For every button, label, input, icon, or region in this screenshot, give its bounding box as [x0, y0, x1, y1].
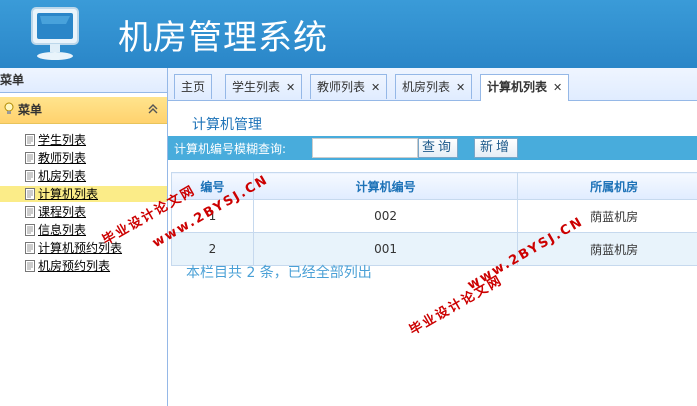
- tab-label: 学生列表: [232, 80, 281, 94]
- tab-label: 计算机列表: [487, 80, 548, 94]
- table-row[interactable]: 1 002 荫蓝机房: [171, 199, 697, 233]
- tab-label: 教师列表: [317, 80, 366, 94]
- table-row[interactable]: 2 001 荫蓝机房: [171, 232, 697, 266]
- sidebar-item-label[interactable]: 机房列表: [38, 169, 86, 183]
- document-icon: [25, 152, 35, 164]
- sidebar-item-label[interactable]: 教师列表: [38, 151, 86, 165]
- sidebar-item-label[interactable]: 课程列表: [38, 205, 86, 219]
- sidebar-menu: 学生列表 教师列表 机房列表 计算机列表 课程列表 信息列表 计算机预约列表 机…: [0, 124, 167, 274]
- cell-computer-number: 001: [252, 232, 519, 266]
- tab-student-list[interactable]: 学生列表 ✕: [225, 74, 303, 99]
- tab-label: 主页: [181, 80, 206, 94]
- sidebar-item-teacher-list[interactable]: 教师列表: [0, 150, 167, 166]
- cell-room: 荫蓝机房: [517, 199, 697, 233]
- search-label: 计算机编号模糊查询:: [174, 142, 287, 156]
- computer-monitor-icon: [31, 7, 79, 60]
- document-icon: [25, 260, 35, 272]
- accordion-header-menu[interactable]: 菜单: [0, 97, 167, 124]
- main-panel: 主页 学生列表 ✕ 教师列表 ✕ 机房列表 ✕ 计算机列表 ✕ 计算机管理 计算机编号模…: [168, 68, 697, 406]
- sidebar-item-computer-list[interactable]: 计算机列表: [0, 186, 167, 202]
- column-header-computer-number[interactable]: 计算机编号: [252, 172, 519, 200]
- column-header-room[interactable]: 所属机房: [517, 172, 697, 200]
- sidebar-item-label[interactable]: 学生列表: [38, 133, 86, 147]
- chevron-double-up-icon[interactable]: [147, 103, 159, 115]
- document-icon: [25, 134, 35, 146]
- document-icon: [25, 224, 35, 236]
- cell-id: 2: [171, 232, 254, 266]
- section-title: 计算机管理: [192, 117, 262, 133]
- sidebar-item-label[interactable]: 机房预约列表: [38, 259, 110, 273]
- sidebar-item-label[interactable]: 计算机列表: [38, 187, 98, 201]
- sidebar-item-computer-booking-list[interactable]: 计算机预约列表: [0, 240, 167, 256]
- document-icon: [25, 188, 35, 200]
- lightbulb-icon: [4, 102, 14, 114]
- accordion-title: 菜单: [18, 103, 43, 117]
- page-title: 机房管理系统: [118, 18, 328, 58]
- document-icon: [25, 170, 35, 182]
- sidebar: 菜单 菜单 学生列表 教师列表 机房列表 计算机列表 课程列表 信息列表 计算机…: [0, 68, 168, 406]
- record-count-text: 本栏目共 2 条，已经全部列出: [186, 265, 372, 281]
- sidebar-item-room-list[interactable]: 机房列表: [0, 168, 167, 184]
- tab-teacher-list[interactable]: 教师列表 ✕: [310, 74, 388, 99]
- sidebar-item-room-booking-list[interactable]: 机房预约列表: [0, 258, 167, 274]
- close-icon[interactable]: ✕: [456, 81, 465, 94]
- close-icon[interactable]: ✕: [371, 81, 380, 94]
- sidebar-item-student-list[interactable]: 学生列表: [0, 132, 167, 148]
- tab-bar: 主页 学生列表 ✕ 教师列表 ✕ 机房列表 ✕ 计算机列表 ✕: [168, 68, 697, 101]
- tab-label: 机房列表: [402, 80, 451, 94]
- search-button[interactable]: 查询: [418, 138, 458, 158]
- add-button[interactable]: 新增: [474, 138, 518, 158]
- sidebar-item-label[interactable]: 信息列表: [38, 223, 86, 237]
- sidebar-panel-title: 菜单: [0, 68, 167, 93]
- app-header: 机房管理系统: [0, 0, 697, 68]
- tab-computer-list[interactable]: 计算机列表 ✕: [480, 74, 570, 101]
- tab-room-list[interactable]: 机房列表 ✕: [395, 74, 473, 99]
- tab-home[interactable]: 主页: [174, 74, 213, 99]
- computer-number-search-input[interactable]: [312, 138, 418, 158]
- search-toolbar: 计算机编号模糊查询: 查询 新增: [168, 136, 697, 160]
- cell-computer-number: 002: [252, 199, 519, 233]
- document-icon: [25, 242, 35, 254]
- close-icon[interactable]: ✕: [553, 81, 562, 94]
- close-icon[interactable]: ✕: [286, 81, 295, 94]
- document-icon: [25, 206, 35, 218]
